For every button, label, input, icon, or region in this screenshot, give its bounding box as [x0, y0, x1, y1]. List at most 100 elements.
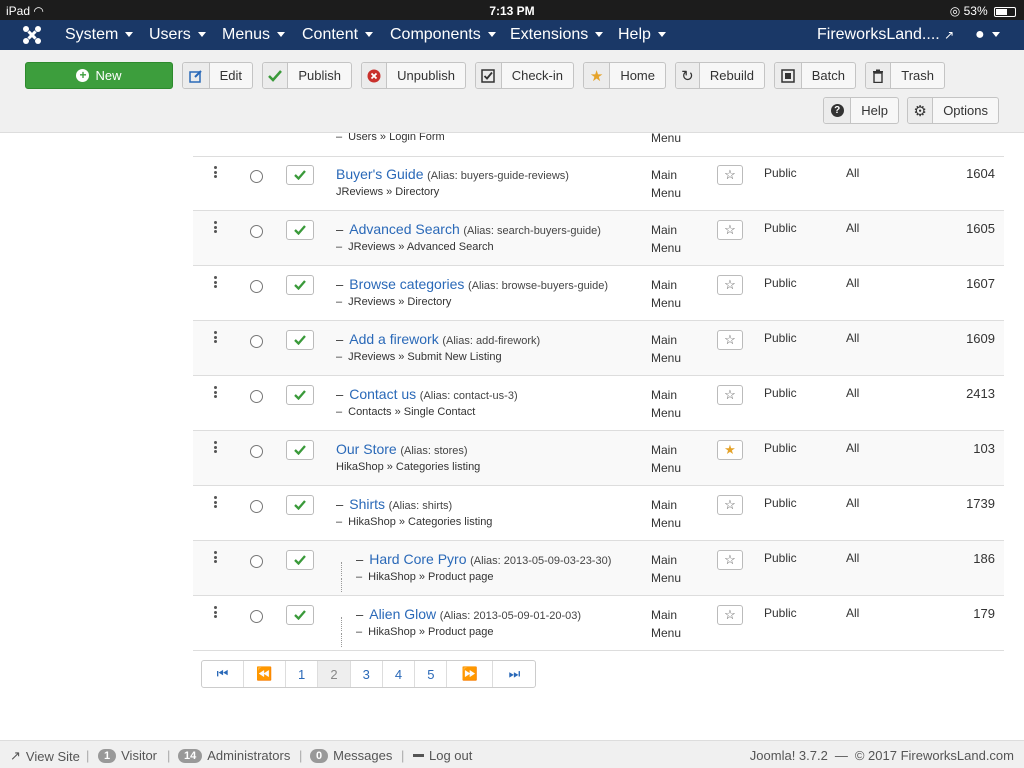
unpublish-button[interactable]: Unpublish	[361, 62, 466, 89]
default-home-toggle[interactable]: ☆	[717, 220, 743, 240]
menu-system[interactable]: System	[65, 26, 134, 44]
item-type: JReviews » Submit New Listing	[348, 351, 502, 363]
next-page-button[interactable]: ⏩	[447, 661, 494, 687]
default-home-toggle[interactable]: ☆	[717, 330, 743, 350]
drag-handle-icon[interactable]	[214, 166, 218, 180]
options-button[interactable]: ⚙ Options	[907, 97, 999, 124]
view-site-link[interactable]: ↗ View Site	[10, 748, 80, 764]
item-title-link[interactable]: Buyer's Guide	[336, 166, 424, 182]
default-home-toggle[interactable]: ☆	[717, 550, 743, 570]
home-button[interactable]: ★ Home	[583, 62, 666, 89]
new-label: New	[95, 68, 122, 83]
row-checkbox[interactable]	[250, 225, 263, 238]
drag-handle-icon[interactable]	[214, 441, 218, 455]
menu-components[interactable]: Components	[390, 26, 496, 44]
published-toggle[interactable]	[286, 385, 314, 405]
trash-icon	[866, 63, 892, 88]
default-home-toggle[interactable]: ☆	[717, 165, 743, 185]
edit-icon	[183, 63, 210, 88]
item-language: All	[846, 551, 860, 565]
menu-help[interactable]: Help	[618, 26, 666, 44]
site-link[interactable]: FireworksLand.... ↗	[817, 26, 954, 44]
drag-handle-icon[interactable]	[214, 386, 218, 400]
drag-handle-icon[interactable]	[214, 496, 218, 510]
refresh-icon: ↻	[676, 63, 700, 88]
row-checkbox[interactable]	[250, 170, 263, 183]
published-toggle[interactable]	[286, 495, 314, 515]
row-checkbox[interactable]	[250, 280, 263, 293]
item-access: Public	[764, 551, 797, 565]
item-title-link[interactable]: Browse categories	[349, 276, 464, 292]
default-home-toggle[interactable]: ☆	[717, 495, 743, 515]
item-title-link[interactable]: Shirts	[349, 496, 385, 512]
trash-button[interactable]: Trash	[865, 62, 945, 89]
previous-page-icon: ⏪	[256, 666, 273, 681]
help-button[interactable]: ? Help	[823, 97, 899, 124]
item-type: JReviews » Advanced Search	[348, 241, 494, 253]
user-menu[interactable]: ●	[975, 26, 1000, 44]
drag-handle-icon[interactable]	[214, 551, 218, 565]
row-checkbox[interactable]	[250, 445, 263, 458]
default-home-toggle[interactable]: ☆	[717, 385, 743, 405]
row-checkbox[interactable]	[250, 610, 263, 623]
page-5-button[interactable]: 5	[415, 661, 448, 687]
level-dash: –	[336, 497, 344, 512]
item-title-link[interactable]: Contact us	[349, 386, 416, 402]
table-row: – Browse categories (Alias: browse-buyers…	[193, 266, 1004, 321]
item-title-link[interactable]: Alien Glow	[369, 606, 436, 622]
menu-content[interactable]: Content	[302, 26, 374, 44]
menu-extensions[interactable]: Extensions	[510, 26, 604, 44]
item-language: All	[846, 386, 860, 400]
default-home-toggle[interactable]: ☆	[717, 275, 743, 295]
item-access: Public	[764, 166, 797, 180]
home-star-filled-icon: ★	[724, 442, 736, 457]
minus-icon	[413, 754, 424, 757]
table-row: – Contact us (Alias: contact-us-3) – Contac…	[193, 376, 1004, 431]
default-home-toggle[interactable]: ★	[717, 440, 743, 460]
published-toggle[interactable]	[286, 165, 314, 185]
published-toggle[interactable]	[286, 275, 314, 295]
joomla-logo-icon[interactable]	[22, 25, 42, 45]
menu-menus[interactable]: Menus	[222, 26, 286, 44]
rebuild-button[interactable]: ↻ Rebuild	[675, 62, 765, 89]
row-checkbox[interactable]	[250, 335, 263, 348]
item-title-link[interactable]: Add a firework	[349, 331, 438, 347]
previous-page-button[interactable]: ⏪	[244, 661, 286, 687]
page-3-button[interactable]: 3	[351, 661, 383, 687]
drag-handle-icon[interactable]	[214, 606, 218, 620]
item-menu: Main Menu	[651, 333, 682, 365]
batch-button[interactable]: Batch	[774, 62, 856, 89]
page-4-button[interactable]: 4	[383, 661, 416, 687]
published-toggle[interactable]	[286, 605, 314, 625]
last-page-button[interactable]: ⏭	[493, 661, 535, 687]
default-home-toggle[interactable]: ☆	[717, 605, 743, 625]
drag-handle-icon[interactable]	[214, 331, 218, 345]
home-star-empty-icon: ☆	[724, 167, 736, 182]
logout-link[interactable]: Log out	[413, 748, 472, 763]
published-toggle[interactable]	[286, 440, 314, 460]
drag-handle-icon[interactable]	[214, 276, 218, 290]
drag-handle-icon[interactable]	[214, 221, 218, 235]
item-title-link[interactable]: Our Store	[336, 441, 397, 457]
status-footer: ↗ View Site | 1 Visitor | 14 Administrators…	[0, 740, 1024, 768]
first-page-button[interactable]: ⏮	[202, 661, 244, 687]
level-dash: –	[356, 607, 364, 622]
item-title-link[interactable]: Advanced Search	[349, 221, 460, 237]
published-toggle[interactable]	[286, 330, 314, 350]
published-toggle[interactable]	[286, 550, 314, 570]
published-toggle[interactable]	[286, 220, 314, 240]
new-button[interactable]: + New	[25, 62, 173, 89]
item-title-link[interactable]: Hard Core Pyro	[369, 551, 466, 567]
checkin-button[interactable]: Check-in	[475, 62, 574, 89]
edit-button[interactable]: Edit	[182, 62, 253, 89]
row-checkbox[interactable]	[250, 555, 263, 568]
home-star-empty-icon: ☆	[724, 332, 736, 347]
home-star-empty-icon: ☆	[724, 607, 736, 622]
row-checkbox[interactable]	[250, 390, 263, 403]
publish-button[interactable]: Publish	[262, 62, 352, 89]
page-1-button[interactable]: 1	[286, 661, 319, 687]
row-checkbox[interactable]	[250, 500, 263, 513]
item-language: All	[846, 441, 860, 455]
item-menu: Main Menu	[651, 168, 682, 200]
menu-users[interactable]: Users	[149, 26, 206, 44]
